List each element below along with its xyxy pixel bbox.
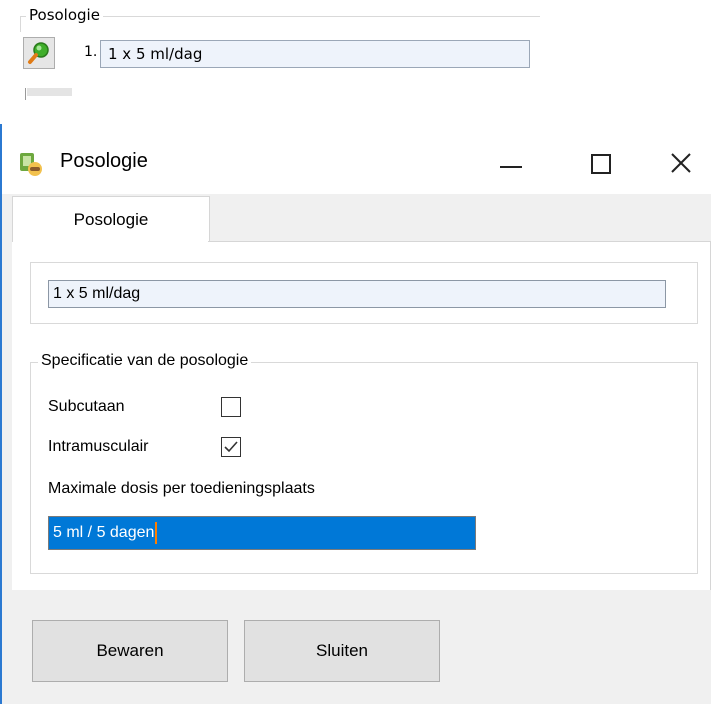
- minimize-icon: [500, 166, 522, 168]
- max-dose-input[interactable]: 5 ml / 5 dagen: [48, 516, 476, 550]
- save-button[interactable]: Bewaren: [32, 620, 228, 682]
- window-title: Posologie: [60, 150, 148, 172]
- max-dose-label: Maximale dosis per toedieningsplaats: [48, 480, 315, 497]
- specification-title: Specificatie van de posologie: [38, 352, 252, 370]
- groupbox-border-left: [20, 16, 21, 32]
- posologie-row-field[interactable]: 1 x 5 ml/dag: [100, 40, 530, 68]
- groupbox-title: Posologie: [26, 6, 103, 24]
- tab-strip: Posologie: [2, 194, 711, 246]
- subcutaan-label: Subcutaan: [48, 398, 125, 415]
- tab-panel: 1 x 5 ml/dag Specificatie van de posolog…: [12, 242, 711, 590]
- search-button[interactable]: [23, 37, 55, 69]
- app-icon: [20, 153, 42, 176]
- partial-control: [27, 88, 72, 96]
- text-caret: [155, 521, 158, 544]
- subcutaan-checkbox[interactable]: [221, 397, 241, 417]
- intramusculair-label: Intramusculair: [48, 438, 149, 455]
- minimize-button[interactable]: [468, 124, 558, 194]
- parent-form-fragment: Posologie 1. 1 x 5 ml/dag: [0, 0, 711, 100]
- close-icon: [671, 153, 691, 173]
- tab-posologie[interactable]: Posologie: [12, 196, 210, 246]
- maximize-button[interactable]: [558, 124, 648, 194]
- maximize-icon: [591, 154, 611, 174]
- posologie-input[interactable]: 1 x 5 ml/dag: [48, 280, 666, 308]
- button-bar: Bewaren Sluiten: [12, 590, 711, 704]
- close-button[interactable]: Sluiten: [244, 620, 440, 682]
- close-window-button[interactable]: [648, 124, 711, 194]
- title-bar[interactable]: Posologie: [2, 124, 711, 194]
- magnifier-icon: [28, 42, 49, 64]
- checkmark-icon: [224, 441, 238, 453]
- intramusculair-checkbox[interactable]: [221, 437, 241, 457]
- max-dose-value: 5 ml / 5 dagen: [53, 524, 155, 541]
- row-number: 1.: [84, 44, 98, 60]
- posologie-dialog: Posologie Posologie 1 x 5 ml/dag Specifi…: [0, 124, 711, 704]
- partial-control-edge: [25, 88, 26, 100]
